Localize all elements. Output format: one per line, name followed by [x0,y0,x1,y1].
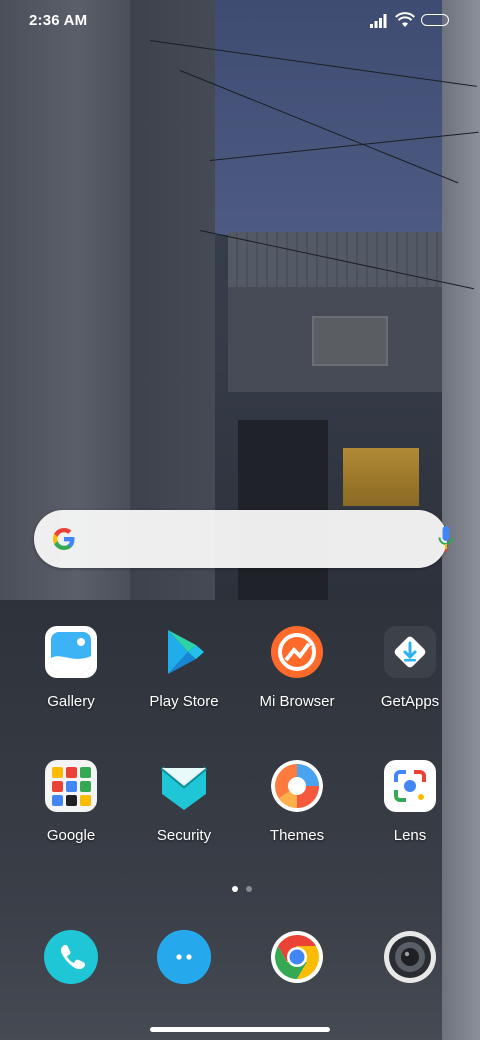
security-icon [158,760,210,812]
app-label: GetApps [380,693,440,710]
app-label: Mi Browser [259,693,335,710]
app-google-folder[interactable]: Google [16,760,126,844]
app-label: Google [46,827,96,844]
mi-browser-icon [271,626,323,678]
status-bar: 2:36 AM [0,0,480,44]
page-dot-active [232,886,238,892]
cellular-signal-icon [370,14,390,33]
app-label: Lens [393,827,427,844]
messages-icon[interactable] [157,930,211,984]
app-label: Play Store [149,693,219,710]
home-gesture-bar[interactable] [150,1027,330,1032]
voice-search-mic-icon[interactable] [437,524,455,559]
battery-icon [421,14,449,26]
app-mi-browser[interactable]: Mi Browser [242,626,352,710]
app-label: Gallery [47,693,95,710]
app-gallery[interactable]: Gallery [16,626,126,710]
app-label: Security [156,827,212,844]
google-logo-icon [51,526,77,552]
page-indicator [228,879,256,897]
lens-icon [384,760,436,812]
google-search-bar[interactable] [34,510,454,568]
chrome-icon[interactable] [270,930,324,984]
app-label: Themes [269,827,325,844]
themes-icon [271,760,323,812]
status-time: 2:36 AM [29,12,88,29]
page-dot [246,886,252,892]
gallery-icon [45,626,97,678]
phone-icon[interactable] [44,930,98,984]
app-play-store[interactable]: Play Store [129,626,239,710]
wifi-icon [395,12,415,33]
camera-icon[interactable] [383,930,437,984]
google-folder-icon [45,760,97,812]
app-security[interactable]: Security [129,760,239,844]
app-themes[interactable]: Themes [242,760,352,844]
getapps-icon [384,626,436,678]
app-lens[interactable]: Lens [355,760,465,844]
play-store-icon [158,626,210,678]
app-getapps[interactable]: GetApps [355,626,465,710]
